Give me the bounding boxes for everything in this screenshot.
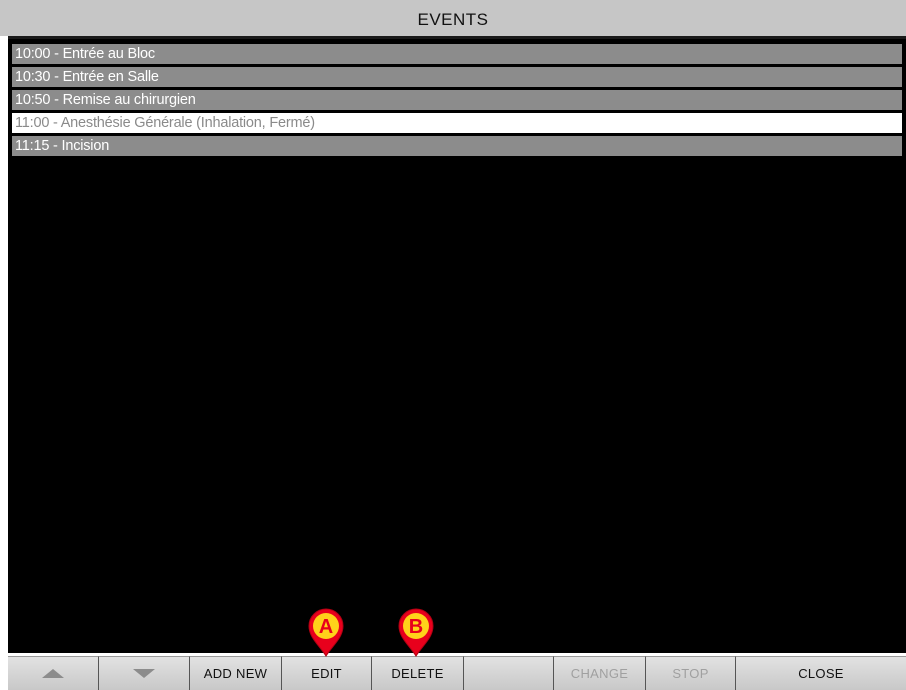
triangle-up-icon [42,669,64,678]
add-new-button[interactable]: ADD NEW [190,656,282,690]
window-title: EVENTS [0,0,906,36]
annotation-marker-a: A [308,608,344,657]
event-row-selected[interactable]: 11:00 - Anesthésie Générale (Inhalation,… [12,113,902,133]
close-button[interactable]: CLOSE [736,656,906,690]
events-panel: 10:00 - Entrée au Bloc 10:30 - Entrée en… [8,36,906,653]
marker-a-label: A [319,616,333,638]
event-row[interactable]: 10:50 - Remise au chirurgien [12,90,902,110]
scroll-up-button[interactable] [8,656,99,690]
delete-button[interactable]: DELETE [372,656,464,690]
edit-button[interactable]: EDIT [282,656,372,690]
blank-button[interactable] [464,656,554,690]
triangle-down-icon [133,669,155,678]
annotation-marker-b: B [398,608,434,657]
bottom-toolbar: ADD NEW EDIT DELETE CHANGE STOP CLOSE [8,656,906,690]
marker-b-label: B [409,616,423,638]
event-row[interactable]: 10:30 - Entrée en Salle [12,67,902,87]
event-row[interactable]: 10:00 - Entrée au Bloc [12,44,902,64]
event-row[interactable]: 11:15 - Incision [12,136,902,156]
stop-button[interactable]: STOP [646,656,736,690]
change-button[interactable]: CHANGE [554,656,646,690]
scroll-down-button[interactable] [99,656,190,690]
event-list: 10:00 - Entrée au Bloc 10:30 - Entrée en… [12,44,902,159]
